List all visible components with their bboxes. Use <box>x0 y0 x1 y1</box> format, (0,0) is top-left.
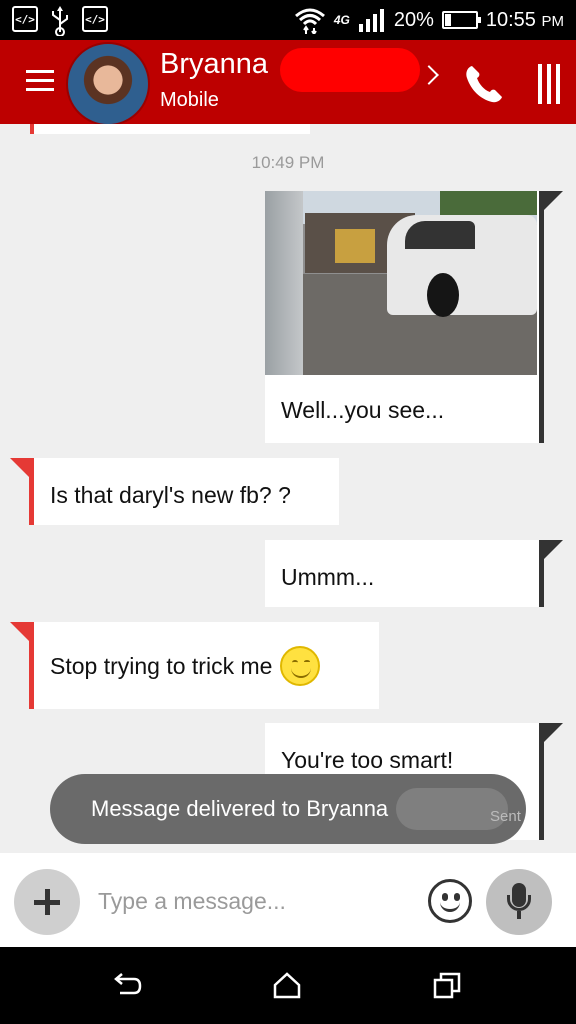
outgoing-message[interactable]: Ummm... <box>265 540 563 607</box>
more-options-icon[interactable] <box>538 64 564 104</box>
wifi-icon <box>294 8 325 34</box>
phone-icon[interactable] <box>462 62 506 106</box>
chevron-right-icon[interactable] <box>419 65 439 85</box>
redaction-mark <box>280 48 420 92</box>
message-text: Well...you see... <box>281 397 445 423</box>
incoming-message[interactable]: Stop trying to trick me <box>10 622 379 709</box>
contact-subtitle: Mobile <box>160 89 219 111</box>
message-text: Stop trying to trick me <box>50 652 273 679</box>
menu-icon[interactable] <box>26 70 54 92</box>
notification-icons: </> </> <box>12 6 108 36</box>
signal-icon <box>358 9 384 32</box>
sent-status: Sent <box>490 808 521 825</box>
incoming-message[interactable]: Is that daryl's new fb? ? <box>10 458 339 525</box>
smiling-face-emoji-icon <box>280 646 321 686</box>
emoji-picker-button[interactable] <box>428 879 472 923</box>
message-timestamp: 10:49 PM <box>251 153 325 172</box>
message-text: You're too smart! <box>281 747 454 773</box>
back-icon[interactable] <box>112 971 142 997</box>
system-indicators: 4G 20% 10:55 PM <box>294 6 564 34</box>
clock: 10:55 PM <box>485 8 564 31</box>
code-notification-icon: </> <box>12 6 38 32</box>
delivery-toast: Message delivered to Bryanna Sent <box>50 774 526 844</box>
conversation-header: Bryanna Mobile <box>0 40 576 126</box>
composer-bar <box>0 853 576 947</box>
contact-name[interactable]: Bryanna <box>160 48 268 81</box>
usb-icon <box>52 6 68 36</box>
partial-incoming-bubble <box>30 124 310 134</box>
message-input[interactable] <box>98 881 408 921</box>
message-text: Ummm... <box>281 564 375 590</box>
voice-input-button[interactable] <box>486 869 552 935</box>
code-notification-icon-2: </> <box>82 6 108 32</box>
home-icon[interactable] <box>272 971 302 999</box>
add-attachment-button[interactable] <box>14 869 80 935</box>
message-photo[interactable] <box>265 191 537 375</box>
status-bar: </> </> 4G 20% 10:55 PM <box>0 0 576 40</box>
battery-percent: 20% <box>393 8 434 31</box>
avatar[interactable] <box>66 42 150 126</box>
recent-apps-icon[interactable] <box>432 971 462 999</box>
network-type: 4G <box>333 13 350 27</box>
toast-text: Message delivered to Bryanna <box>91 796 389 821</box>
message-text: Is that daryl's new fb? ? <box>50 482 291 508</box>
battery-icon <box>441 11 481 29</box>
system-navigation-bar <box>0 947 576 1024</box>
outgoing-image-message[interactable]: Well...you see... <box>265 191 563 443</box>
